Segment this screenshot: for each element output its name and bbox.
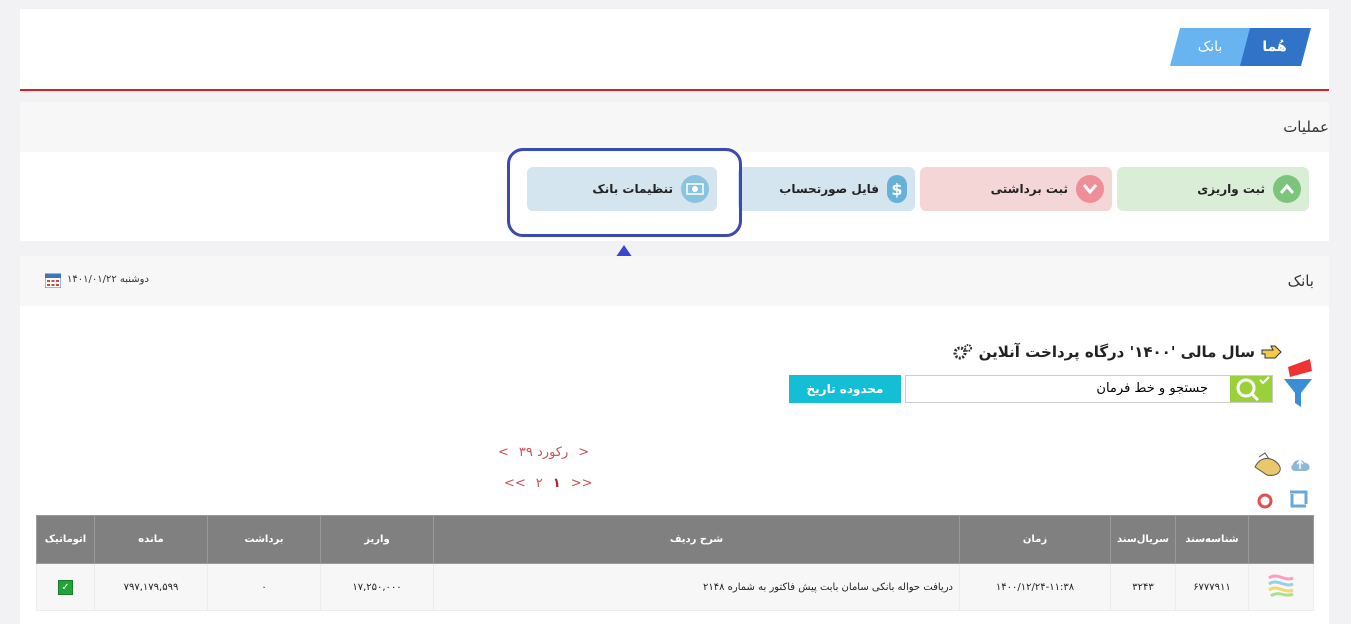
pagination: << ۲ ۱ >> [504, 476, 593, 491]
highlight-frame [507, 148, 742, 237]
record-count: ۳۹ رکورد [518, 445, 569, 460]
balance-cell: ۷۹۷,۱۷۹,۵۹۹ [94, 563, 208, 611]
time-cell: ۱۴۰۰/۱۲/۲۴-۱۱:۳۸ [959, 563, 1111, 611]
first-page-link[interactable]: << [504, 476, 526, 491]
serial-cell: ۳۲۴۳ [1110, 563, 1176, 611]
table-header-row: شناسه‌سند سریال‌سند زمان شرح ردیف واریز … [36, 515, 1314, 564]
breadcrumb-bank[interactable]: بانک [1170, 28, 1250, 66]
col-auto-header[interactable]: اتوماتیک [36, 515, 95, 564]
current-date: دوشنبه ۱۴۰۱/۰۱/۲۲ [67, 274, 149, 285]
fiscal-year-text: سال مالی '۱۴۰۰' درگاه پرداخت آنلاین [978, 343, 1255, 361]
chevron-down-icon [1076, 175, 1104, 203]
register-withdraw-button[interactable]: ثبت برداشتی [920, 167, 1112, 211]
pointing-hand-icon [1261, 345, 1282, 359]
gears-icon[interactable] [953, 343, 973, 361]
deposit-cell: ۱۷,۲۵۰,۰۰۰ [320, 563, 434, 611]
search-icon [1236, 376, 1270, 402]
sync-icon [1290, 490, 1308, 508]
register-withdraw-label: ثبت برداشتی [990, 182, 1068, 196]
date-range-button[interactable]: محدوده تاریخ [789, 375, 901, 403]
next-page-link[interactable]: > [578, 445, 589, 460]
col-withdraw-header[interactable]: برداشت [207, 515, 321, 564]
withdraw-cell: ۰ [207, 563, 321, 611]
last-page-link[interactable]: >> [571, 476, 593, 491]
colorful-stripes-icon [1268, 574, 1294, 597]
search-input[interactable] [926, 380, 1210, 397]
page-link-1[interactable]: ۱ [553, 476, 561, 491]
bank-header [20, 256, 1329, 306]
auto-checkbox[interactable]: ✓ [58, 579, 73, 595]
col-doc-id-header[interactable]: شناسه‌سند [1175, 515, 1249, 564]
chevron-up-icon [1273, 175, 1301, 203]
table-row[interactable]: ۶۷۷۷۹۱۱ ۳۲۴۳ ۱۴۰۰/۱۲/۲۴-۱۱:۳۸ دریافت حوا… [36, 563, 1314, 611]
row-type-cell [1248, 563, 1314, 611]
description-cell: دریافت حواله بانکی سامان بابت پیش فاکتور… [433, 563, 960, 611]
search-box [905, 375, 1273, 403]
pigeon-icon [1254, 452, 1281, 476]
fiscal-year-title: سال مالی '۱۴۰۰' درگاه پرداخت آنلاین [953, 343, 1283, 361]
col-balance-header[interactable]: مانده [94, 515, 208, 564]
col-time-header[interactable]: زمان [959, 515, 1111, 564]
breadcrumb-home[interactable]: هُما [1238, 28, 1311, 66]
register-deposit-label: ثبت واریزی [1197, 182, 1265, 196]
record-count-line: < ۳۹ رکورد > [498, 445, 589, 460]
tools-row-2 [1257, 490, 1308, 509]
statement-file-label: فایل صورتحساب [779, 182, 879, 196]
col-description-header[interactable]: شرح ردیف [433, 515, 960, 564]
col-deposit-header[interactable]: واریز [320, 515, 434, 564]
auto-cell: ✓ [36, 563, 95, 611]
statement-file-button[interactable]: فایل صورتحساب $ [738, 167, 915, 211]
register-deposit-button[interactable]: ثبت واریزی [1117, 167, 1309, 211]
prev-page-link[interactable]: < [498, 445, 509, 460]
tools-row-1 [1254, 452, 1310, 476]
cloud-upload-icon [1291, 459, 1310, 471]
transactions-table: شناسه‌سند سریال‌سند زمان شرح ردیف واریز … [36, 515, 1314, 611]
calendar-icon [45, 273, 61, 288]
operations-title: عملیات [1283, 118, 1329, 136]
operations-header [20, 102, 1329, 152]
refresh-icon [1257, 493, 1273, 509]
search-button[interactable] [1230, 376, 1272, 402]
page-link-2[interactable]: ۲ [536, 476, 543, 491]
dollar-icon: $ [887, 175, 907, 203]
bank-title: بانک [1287, 272, 1314, 290]
doc-id-cell: ۶۷۷۷۹۱۱ [1175, 563, 1249, 611]
col-icon-header [1248, 515, 1314, 564]
header-bar [20, 9, 1329, 91]
col-serial-header[interactable]: سریال‌سند [1110, 515, 1176, 564]
filter-funnel-icon[interactable] [1282, 353, 1314, 409]
